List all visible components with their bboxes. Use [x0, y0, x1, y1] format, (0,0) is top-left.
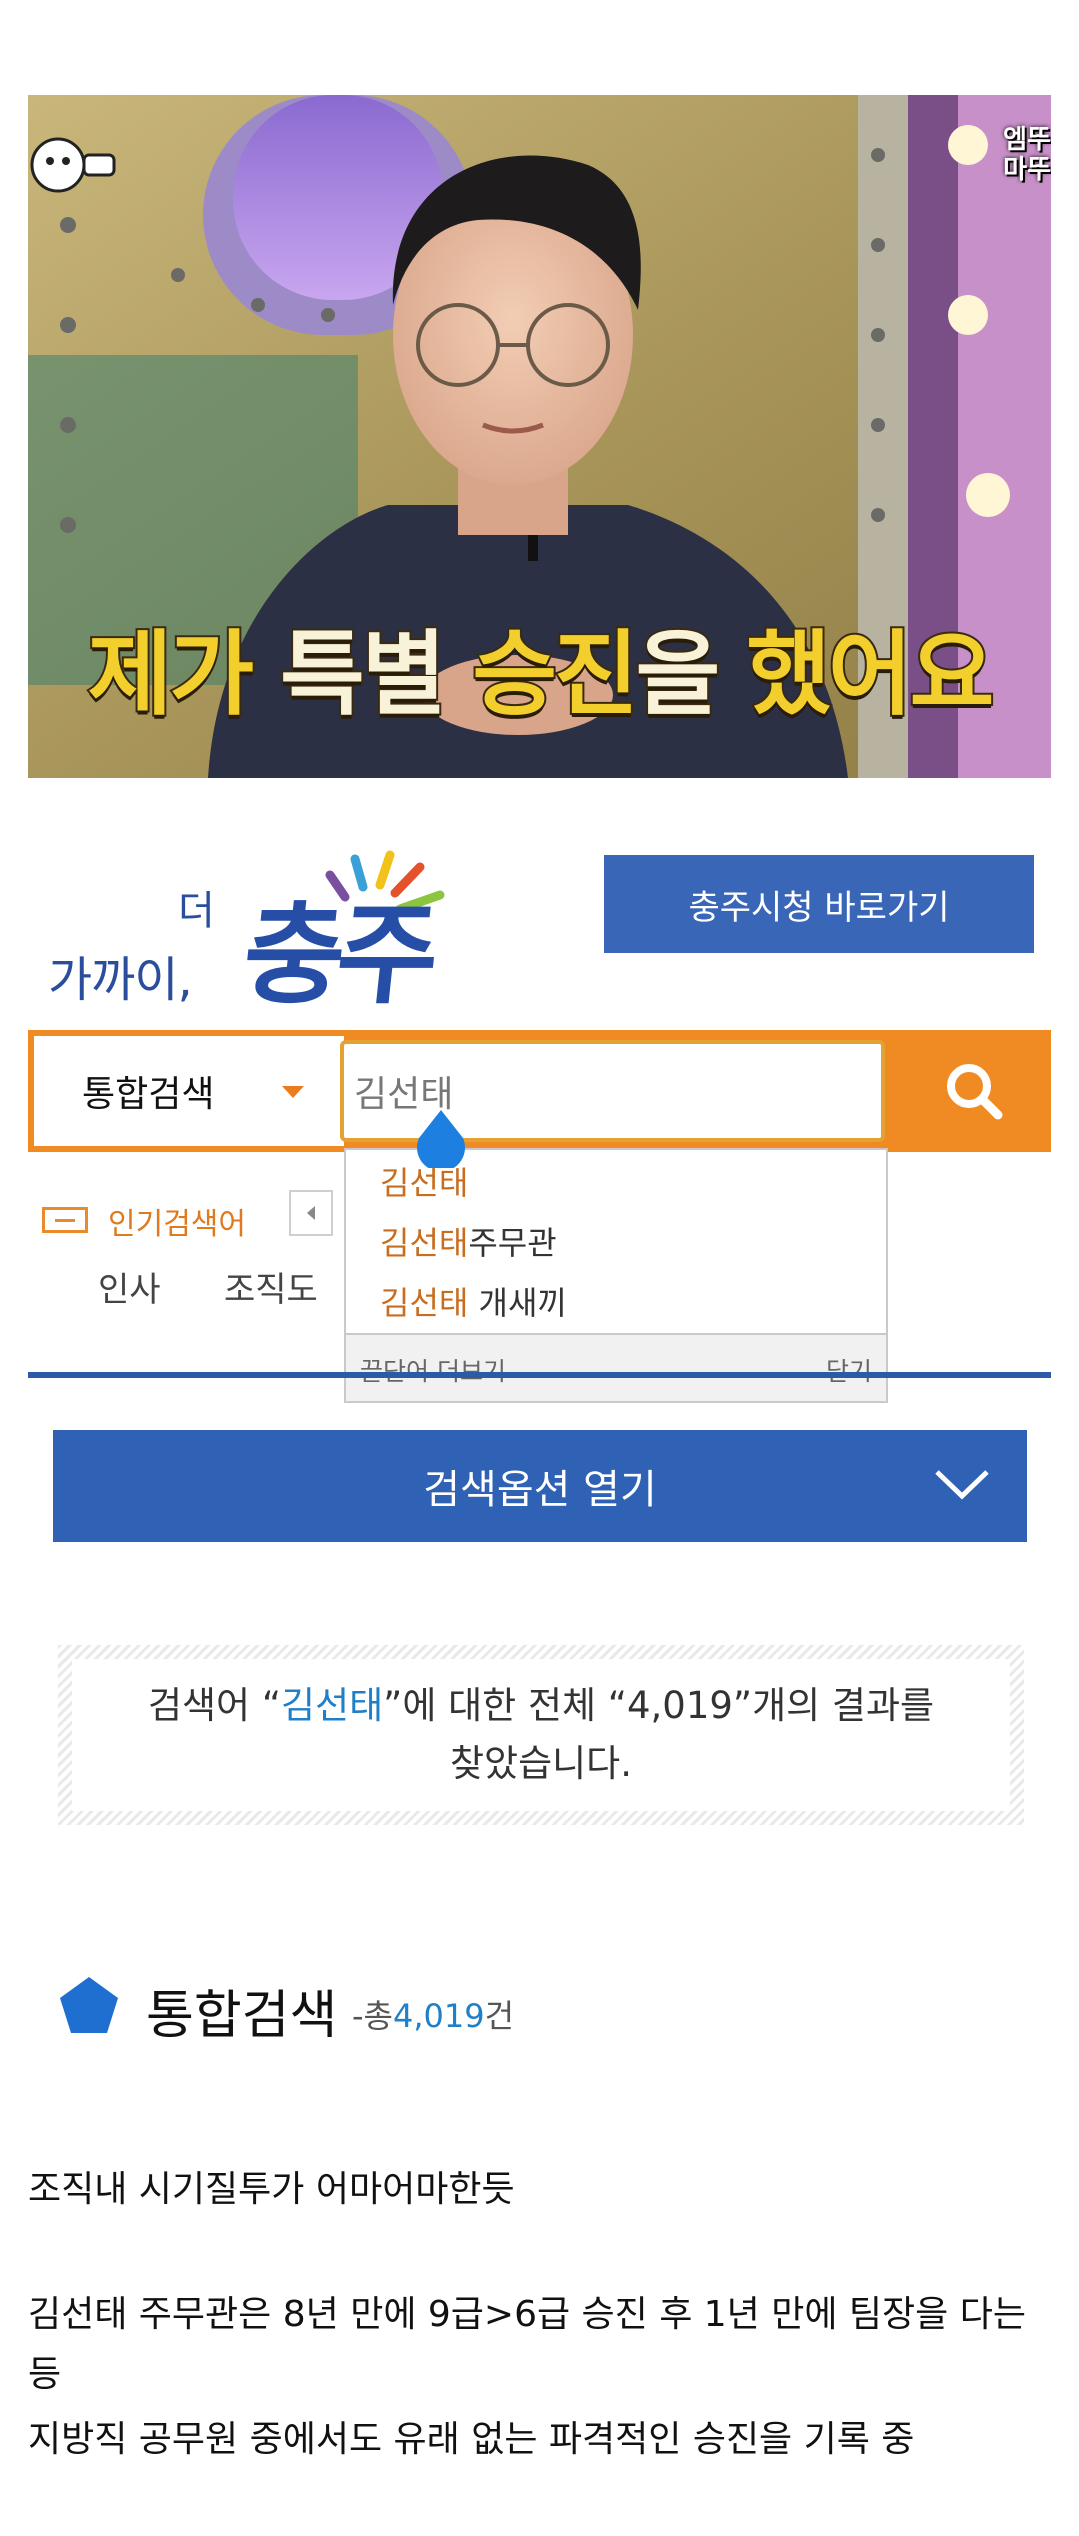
- search-scope-select[interactable]: 통합검색: [34, 1036, 344, 1146]
- search-icon: [947, 1064, 1003, 1120]
- caption-part-5: 했어요: [744, 619, 996, 730]
- autocomplete-dropdown: 김선태 김선태주무관 김선태 개새끼 끝단어 더보기 닫기: [344, 1148, 888, 1403]
- tv-corner-line-1: 엠뚜: [1003, 125, 1051, 155]
- caret-down-icon: [282, 1086, 304, 1098]
- result-prefix: 검색어 “: [147, 1684, 282, 1727]
- autocomplete-footer: 끝단어 더보기 닫기: [346, 1333, 886, 1401]
- tv-corner-text: 엠뚜 마뚜: [1003, 125, 1051, 185]
- tv-corner-line-2: 마뚜: [1003, 155, 1051, 185]
- logo-text-tiny: 더: [178, 888, 215, 934]
- divider-rule: [28, 1372, 1051, 1378]
- tv-caption: 제가 특별 승진을 했어요: [28, 600, 1051, 733]
- section-count-value: 4,019: [393, 1997, 485, 2035]
- autocomplete-rest: 주무관: [468, 1224, 557, 1262]
- pentagon-icon: [60, 1977, 118, 2033]
- autocomplete-close-button[interactable]: 닫기: [826, 1352, 872, 1388]
- autocomplete-match: 김선태: [380, 1224, 469, 1262]
- city-hall-shortcut-button[interactable]: 충주시청 바로가기: [604, 855, 1034, 953]
- caption-part-4: 을: [634, 619, 723, 730]
- caption-part-1: 제가: [86, 619, 256, 730]
- section-title: 통합검색: [146, 1986, 338, 2046]
- chevron-down-icon: [935, 1470, 989, 1500]
- search-button[interactable]: [897, 1036, 1051, 1146]
- result-suffix: 찾았습니다.: [450, 1742, 632, 1785]
- search-options-label: 검색옵션 열기: [423, 1467, 657, 1513]
- result-term: 김선태: [281, 1684, 384, 1727]
- popular-keyword[interactable]: 조직도: [224, 1262, 318, 1311]
- result-summary-text: 검색어 “김선태”에 대한 전체 “4,019”개의 결과를 찾았습니다.: [72, 1659, 1010, 1811]
- autocomplete-match: 김선태: [380, 1164, 469, 1202]
- autocomplete-item[interactable]: 김선태주무관: [380, 1218, 557, 1264]
- post-text-line: 조직내 시기질투가 어마어마한듯: [28, 2169, 515, 2210]
- post-text-line: 등: [28, 2354, 62, 2395]
- post-text-line: 지방직 공무원 중에서도 유래 없는 파격적인 승진을 기록 중: [28, 2419, 915, 2460]
- result-summary-box: 검색어 “김선태”에 대한 전체 “4,019”개의 결과를 찾았습니다.: [58, 1645, 1024, 1825]
- section-count: -총4,019건: [352, 1991, 514, 2037]
- autocomplete-item[interactable]: 김선태 개새끼: [380, 1278, 567, 1324]
- text-cursor-handle-icon[interactable]: [415, 1108, 467, 1168]
- autocomplete-rest: 개새끼: [468, 1284, 567, 1322]
- popular-prev-button[interactable]: [289, 1190, 333, 1236]
- caption-part-3: 승진: [470, 619, 640, 730]
- logo-text-small: 가까이,: [48, 952, 193, 1008]
- autocomplete-match: 김선태: [380, 1284, 469, 1322]
- channel-logo: [28, 125, 118, 195]
- tv-screenshot: 엠뚜 마뚜 제가 특별 승진을 했어요: [28, 95, 1051, 778]
- popular-keyword[interactable]: 인사: [98, 1262, 161, 1311]
- section-count-prefix: -총: [352, 1997, 393, 2035]
- search-scope-label: 통합검색: [82, 1074, 215, 1115]
- caption-part-2: 특별: [278, 619, 448, 730]
- arrow-left-icon: [307, 1206, 315, 1220]
- popular-keyword-icon: [42, 1207, 88, 1233]
- logo-text-big: 충주: [237, 890, 438, 1019]
- search-options-toggle[interactable]: 검색옵션 열기: [53, 1430, 1027, 1542]
- section-count-suffix: 건: [484, 1997, 515, 2035]
- post-text-line: 김선태 주무관은 8년 만에 9급>6급 승진 후 1년 만에 팀장을 다는: [28, 2294, 1026, 2335]
- autocomplete-more-link[interactable]: 끝단어 더보기: [360, 1352, 506, 1388]
- result-middle: ”에 대한 전체 “4,019”개의 결과를: [383, 1684, 935, 1727]
- popular-keyword-label: 인기검색어: [108, 1207, 246, 1242]
